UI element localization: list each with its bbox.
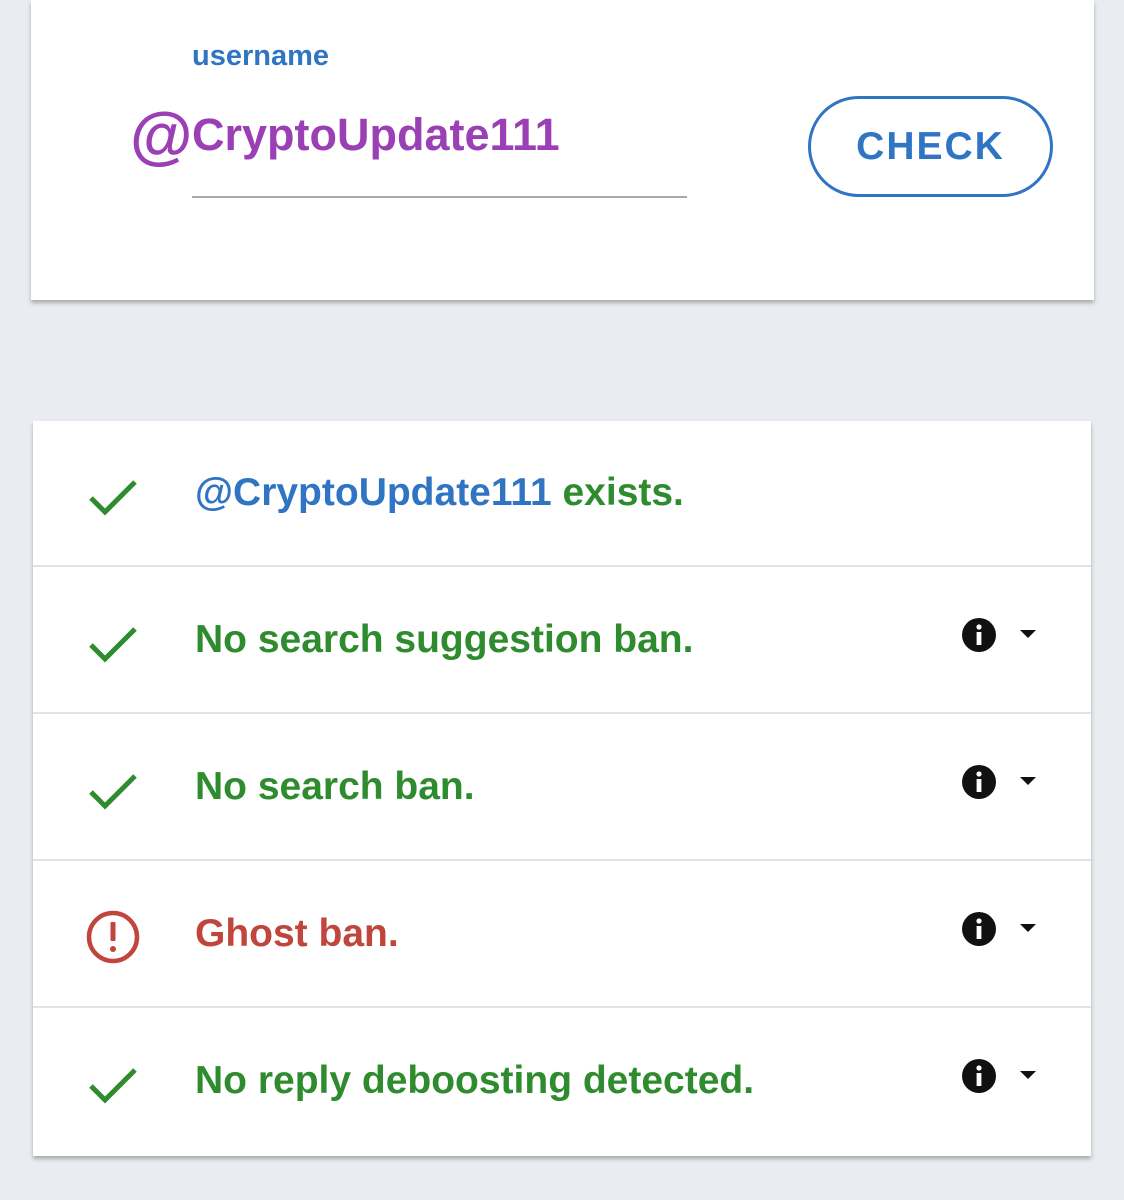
info-icon[interactable]: [961, 1058, 997, 1094]
result-message: No search ban.: [195, 765, 475, 808]
result-row-search-suggestion-ban[interactable]: No search suggestion ban.: [33, 568, 1091, 714]
alert-circle-icon: [86, 910, 140, 964]
username-label: username: [192, 40, 330, 72]
result-message: No search suggestion ban.: [195, 618, 694, 661]
caret-down-icon[interactable]: [1017, 775, 1039, 787]
info-icon[interactable]: [961, 911, 997, 947]
result-row-exists: @CryptoUpdate111 exists.: [33, 421, 1091, 567]
results-card: @CryptoUpdate111 exists. No search sugge…: [33, 421, 1091, 1156]
check-button[interactable]: CHECK: [808, 96, 1053, 197]
result-message: No reply deboosting detected.: [195, 1059, 755, 1102]
check-icon: [89, 774, 137, 810]
check-icon: [89, 627, 137, 663]
result-message: Ghost ban.: [195, 912, 399, 955]
username-handle: @CryptoUpdate111: [195, 471, 552, 514]
caret-down-icon[interactable]: [1017, 1069, 1039, 1081]
caret-down-icon[interactable]: [1017, 922, 1039, 934]
username-search-card: @ username CHECK: [31, 0, 1094, 300]
result-message: exists.: [551, 471, 684, 514]
result-row-reply-deboosting[interactable]: No reply deboosting detected.: [33, 1009, 1091, 1155]
username-input[interactable]: [192, 108, 687, 198]
at-sign-icon: @: [129, 100, 192, 172]
caret-down-icon[interactable]: [1017, 628, 1039, 640]
result-row-ghost-ban[interactable]: Ghost ban.: [33, 862, 1091, 1008]
result-row-search-ban[interactable]: No search ban.: [33, 715, 1091, 861]
info-icon[interactable]: [961, 764, 997, 800]
check-icon: [89, 1068, 137, 1104]
info-icon[interactable]: [961, 617, 997, 653]
check-icon: [89, 480, 137, 516]
result-text: @CryptoUpdate111 exists.: [195, 469, 684, 517]
